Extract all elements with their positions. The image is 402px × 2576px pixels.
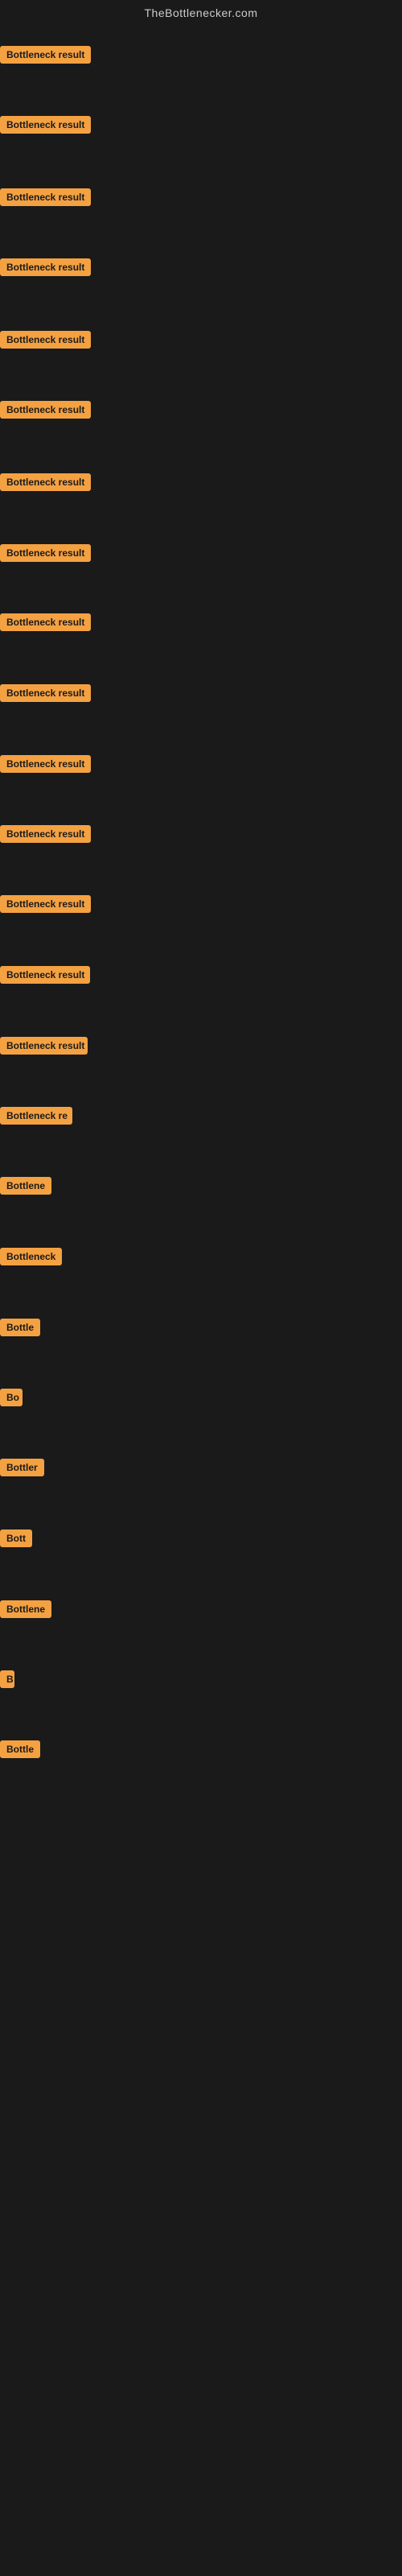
bottleneck-badge-container-19: Bottle bbox=[0, 1319, 47, 1340]
bottleneck-badge-13[interactable]: Bottleneck result bbox=[0, 895, 91, 913]
bottleneck-badge-21[interactable]: Bottler bbox=[0, 1459, 44, 1476]
bottleneck-badge-24[interactable]: B bbox=[0, 1670, 14, 1688]
bottleneck-badge-container-16: Bottleneck re bbox=[0, 1107, 72, 1129]
bottleneck-badge-7[interactable]: Bottleneck result bbox=[0, 473, 91, 491]
bottleneck-badge-1[interactable]: Bottleneck result bbox=[0, 46, 91, 64]
bottleneck-badge-20[interactable]: Bo bbox=[0, 1389, 23, 1406]
bottleneck-badge-container-2: Bottleneck result bbox=[0, 116, 103, 138]
bottleneck-badge-15[interactable]: Bottleneck result bbox=[0, 1037, 88, 1055]
bottleneck-badge-9[interactable]: Bottleneck result bbox=[0, 613, 91, 631]
bottleneck-badge-25[interactable]: Bottle bbox=[0, 1740, 40, 1758]
bottleneck-badge-5[interactable]: Bottleneck result bbox=[0, 331, 91, 349]
bottleneck-badge-container-7: Bottleneck result bbox=[0, 473, 103, 495]
bottleneck-badge-8[interactable]: Bottleneck result bbox=[0, 544, 91, 562]
bottleneck-badge-container-8: Bottleneck result bbox=[0, 544, 103, 566]
bottleneck-badge-4[interactable]: Bottleneck result bbox=[0, 258, 91, 276]
bottleneck-badge-container-1: Bottleneck result bbox=[0, 46, 105, 68]
bottleneck-badge-18[interactable]: Bottleneck bbox=[0, 1248, 62, 1265]
bottleneck-badge-container-22: Bott bbox=[0, 1530, 32, 1551]
bottleneck-badge-3[interactable]: Bottleneck result bbox=[0, 188, 91, 206]
bottleneck-badge-23[interactable]: Bottlene bbox=[0, 1600, 51, 1618]
bottleneck-badge-container-14: Bottleneck result bbox=[0, 966, 90, 988]
bottleneck-badge-container-24: B bbox=[0, 1670, 14, 1692]
bottleneck-badge-container-21: Bottler bbox=[0, 1459, 44, 1480]
bottleneck-badge-container-12: Bottleneck result bbox=[0, 825, 95, 847]
site-title: TheBottlenecker.com bbox=[0, 0, 402, 23]
bottleneck-badge-container-5: Bottleneck result bbox=[0, 331, 105, 353]
bottleneck-badge-14[interactable]: Bottleneck result bbox=[0, 966, 90, 984]
bottleneck-badge-container-4: Bottleneck result bbox=[0, 258, 103, 280]
bottleneck-badge-11[interactable]: Bottleneck result bbox=[0, 755, 91, 773]
bottleneck-badge-container-23: Bottlene bbox=[0, 1600, 55, 1622]
bottleneck-badge-10[interactable]: Bottleneck result bbox=[0, 684, 91, 702]
bottleneck-badge-17[interactable]: Bottlene bbox=[0, 1177, 51, 1195]
bottleneck-badge-container-3: Bottleneck result bbox=[0, 188, 107, 210]
bottleneck-badge-container-15: Bottleneck result bbox=[0, 1037, 88, 1059]
bottleneck-badge-container-17: Bottlene bbox=[0, 1177, 58, 1199]
bottleneck-badge-container-20: Bo bbox=[0, 1389, 23, 1410]
bottleneck-badge-container-25: Bottle bbox=[0, 1740, 42, 1762]
bottleneck-badge-16[interactable]: Bottleneck re bbox=[0, 1107, 72, 1125]
bottleneck-badge-2[interactable]: Bottleneck result bbox=[0, 116, 91, 134]
bottleneck-badge-container-9: Bottleneck result bbox=[0, 613, 101, 635]
bottleneck-badge-container-18: Bottleneck bbox=[0, 1248, 63, 1269]
bottleneck-badge-12[interactable]: Bottleneck result bbox=[0, 825, 91, 843]
bottleneck-badge-container-6: Bottleneck result bbox=[0, 401, 103, 423]
bottleneck-badge-19[interactable]: Bottle bbox=[0, 1319, 40, 1336]
bottleneck-badge-container-11: Bottleneck result bbox=[0, 755, 98, 777]
bottleneck-badge-22[interactable]: Bott bbox=[0, 1530, 32, 1547]
bottleneck-badge-container-10: Bottleneck result bbox=[0, 684, 100, 706]
bottleneck-badge-container-13: Bottleneck result bbox=[0, 895, 92, 917]
bottleneck-badge-6[interactable]: Bottleneck result bbox=[0, 401, 91, 419]
